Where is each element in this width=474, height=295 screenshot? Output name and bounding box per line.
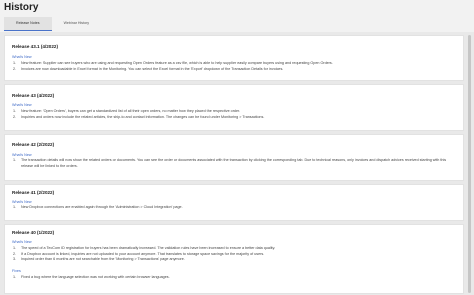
release-card: Release 42 (2/2022) What's New 1. The tra… (4, 134, 464, 181)
scrollbar-thumb[interactable] (468, 35, 471, 293)
tab-release-notes[interactable]: Release Notes (4, 17, 52, 31)
tab-bar: Release Notes Webinar History (4, 17, 101, 32)
release-items: 1. The transaction details will now show … (13, 158, 455, 169)
release-card: Release 41 (2/2022) What's New 1. New Dro… (4, 184, 464, 221)
release-items: 1. New Dropbox connections are enabled ag… (13, 205, 455, 211)
release-title: Release 40 (1/2022) (12, 230, 55, 235)
release-items: 1. New feature: Supplier can see buyers w… (13, 61, 455, 72)
release-title: Release 41 (2/2022) (12, 190, 55, 195)
section-label: What's New (12, 200, 32, 204)
release-items: 1. Fixed a bug where the language selecti… (13, 275, 455, 281)
tab-webinar-history[interactable]: Webinar History (52, 17, 102, 30)
release-notes-list: Release 43.1 (4/2022) What's New 1. New f… (0, 33, 466, 295)
page-header: History Release Notes Webinar History (0, 0, 474, 32)
list-item: 1. New Dropbox connections are enabled ag… (13, 205, 183, 209)
release-title: Release 43 (4/2022) (12, 93, 55, 98)
list-item: 1. The transaction details will now show … (13, 158, 447, 168)
release-title: Release 43.1 (4/2022) (12, 44, 58, 49)
list-item: 2. Inquiries and orders now include the r… (13, 114, 265, 119)
scrollbar[interactable] (467, 33, 472, 295)
page-title: History (4, 2, 39, 13)
section-label: What's New (12, 103, 32, 107)
section-label: What's New (12, 240, 32, 244)
section-label: What's New (12, 153, 32, 157)
list-item: 3. Inquired order than 6 months are not s… (13, 257, 185, 261)
list-item: 2. Invoices are now downloadable in Excel… (13, 66, 284, 71)
section-label: Fixes (12, 269, 21, 273)
release-card: Release 43.1 (4/2022) What's New 1. New f… (4, 35, 464, 81)
release-card: Release 43 (4/2022) What's New 1. New fea… (4, 84, 464, 131)
release-title: Release 42 (2/2022) (12, 142, 55, 147)
release-items: 1. New feature: 'Open Orders', buyers can… (13, 109, 455, 120)
release-items: 1. The speed of a TecCom ID registration … (13, 246, 455, 263)
section-label: What's New (12, 55, 32, 59)
list-item: 1. Fixed a bug where the language selecti… (13, 275, 170, 279)
release-card: Release 40 (1/2022) What's New 1. The spe… (4, 224, 464, 294)
